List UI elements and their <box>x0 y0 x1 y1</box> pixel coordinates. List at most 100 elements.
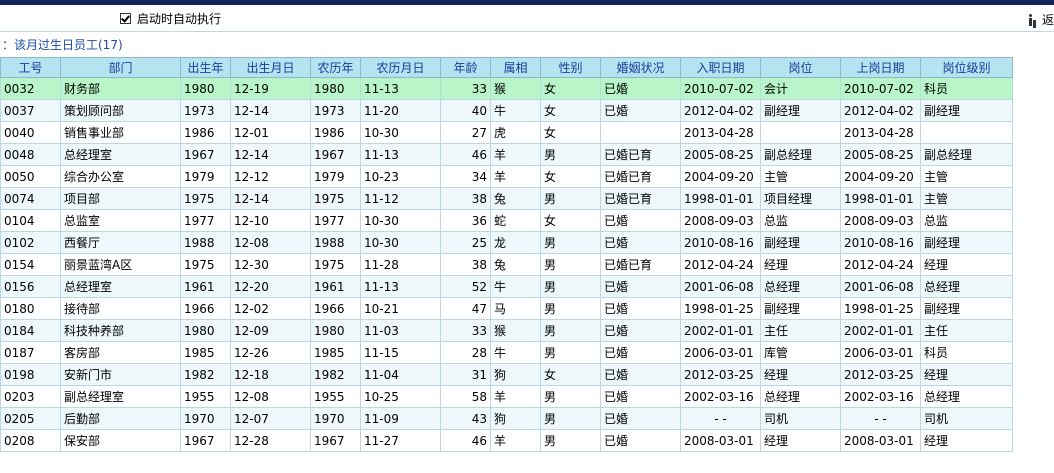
table-cell[interactable]: 1986 <box>310 121 361 144</box>
table-cell[interactable]: 客房部 <box>60 341 181 364</box>
table-cell[interactable]: 10-25 <box>360 385 441 408</box>
table-cell[interactable]: 已婚 <box>600 209 681 232</box>
table-cell[interactable]: 副总经理室 <box>60 385 181 408</box>
table-cell[interactable]: 36 <box>440 209 491 232</box>
table-cell[interactable]: 25 <box>440 231 491 254</box>
table-cell[interactable]: 总经理 <box>920 385 1013 408</box>
table-cell[interactable]: 2006-03-01 <box>680 341 761 364</box>
table-cell[interactable]: 已婚已育 <box>600 165 681 188</box>
table-cell[interactable]: 副经理 <box>920 231 1013 254</box>
table-cell[interactable]: 狗 <box>490 407 541 430</box>
table-cell[interactable]: 1985 <box>180 341 231 364</box>
table-cell[interactable]: 已婚 <box>600 275 681 298</box>
table-cell[interactable]: 1979 <box>180 165 231 188</box>
table-cell[interactable] <box>760 121 841 144</box>
table-cell[interactable]: 女 <box>540 99 601 122</box>
table-cell[interactable]: 后勤部 <box>60 407 181 430</box>
table-row[interactable]: 0187 客房部 1985 12-26 1985 11-15 28 牛男已婚 2006-03-0… <box>0 341 1013 364</box>
table-cell[interactable]: 0187 <box>0 341 61 364</box>
column-header[interactable]: 工号 <box>0 57 61 78</box>
table-cell[interactable]: 11-27 <box>360 429 441 452</box>
table-row[interactable]: 0156 总经理室 1961 12-20 1961 11-13 52 牛男已婚 2001-06-… <box>0 275 1013 298</box>
table-cell[interactable]: 经理 <box>760 429 841 452</box>
table-row[interactable]: 0104 总监室 1977 12-10 1977 10-30 36 蛇女已婚 2008-09-0… <box>0 209 1013 232</box>
table-cell[interactable]: 11-13 <box>360 275 441 298</box>
table-cell[interactable]: 男 <box>540 429 601 452</box>
table-cell[interactable]: 0198 <box>0 363 61 386</box>
table-cell[interactable]: 11-20 <box>360 99 441 122</box>
table-cell[interactable]: 2010-08-16 <box>680 231 761 254</box>
table-cell[interactable]: 47 <box>440 297 491 320</box>
table-cell[interactable]: 主管 <box>920 187 1013 210</box>
table-cell[interactable]: 2010-07-02 <box>680 77 761 100</box>
table-cell[interactable]: 1967 <box>180 143 231 166</box>
table-cell[interactable]: 1977 <box>310 209 361 232</box>
column-header[interactable]: 部门 <box>60 57 181 78</box>
return-button[interactable]: 返 <box>1028 11 1054 28</box>
table-cell[interactable]: 已婚已育 <box>600 187 681 210</box>
table-cell[interactable]: 已婚已育 <box>600 253 681 276</box>
table-row[interactable]: 0032 财务部 1980 12-19 1980 11-13 33 猴女已婚 2010-07-0… <box>0 77 1013 100</box>
table-cell[interactable]: 0032 <box>0 77 61 100</box>
table-cell[interactable]: 12-12 <box>230 165 311 188</box>
table-cell[interactable]: 38 <box>440 187 491 210</box>
table-cell[interactable]: 33 <box>440 319 491 342</box>
table-cell[interactable]: 12-14 <box>230 187 311 210</box>
table-cell[interactable]: 总监 <box>760 209 841 232</box>
table-cell[interactable] <box>920 121 1013 144</box>
table-cell[interactable]: 科员 <box>920 77 1013 100</box>
table-cell[interactable]: 2008-09-03 <box>680 209 761 232</box>
column-header[interactable]: 上岗日期 <box>840 57 921 78</box>
table-cell[interactable]: 27 <box>440 121 491 144</box>
table-cell[interactable]: 副经理 <box>920 297 1013 320</box>
table-cell[interactable]: 狗 <box>490 363 541 386</box>
table-cell[interactable]: 2001-06-08 <box>680 275 761 298</box>
table-cell[interactable]: 1973 <box>310 99 361 122</box>
table-cell[interactable]: 0154 <box>0 253 61 276</box>
table-cell[interactable]: 1955 <box>310 385 361 408</box>
table-cell[interactable]: 女 <box>540 121 601 144</box>
table-cell[interactable]: 1973 <box>180 99 231 122</box>
table-cell[interactable]: - - <box>840 407 921 430</box>
table-cell[interactable]: 男 <box>540 187 601 210</box>
table-cell[interactable]: 2010-08-16 <box>840 231 921 254</box>
table-cell[interactable]: 2008-09-03 <box>840 209 921 232</box>
table-cell[interactable]: 31 <box>440 363 491 386</box>
table-cell[interactable]: 龙 <box>490 231 541 254</box>
table-cell[interactable]: 已婚 <box>600 407 681 430</box>
table-cell[interactable]: 52 <box>440 275 491 298</box>
table-cell[interactable]: 库管 <box>760 341 841 364</box>
table-cell[interactable]: 丽景蓝湾A区 <box>60 253 181 276</box>
table-cell[interactable]: 0184 <box>0 319 61 342</box>
table-cell[interactable]: 1988 <box>180 231 231 254</box>
table-cell[interactable]: 1988 <box>310 231 361 254</box>
table-cell[interactable]: 兔 <box>490 253 541 276</box>
table-cell[interactable]: 11-13 <box>360 77 441 100</box>
table-cell[interactable]: 0048 <box>0 143 61 166</box>
table-cell[interactable]: 2013-04-28 <box>680 121 761 144</box>
column-header[interactable]: 农历月日 <box>360 57 441 78</box>
table-cell[interactable]: 12-09 <box>230 319 311 342</box>
table-cell[interactable]: 2001-06-08 <box>840 275 921 298</box>
table-cell[interactable]: 男 <box>540 385 601 408</box>
table-cell[interactable]: 2004-09-20 <box>680 165 761 188</box>
table-cell[interactable]: 已婚 <box>600 363 681 386</box>
table-cell[interactable]: 主管 <box>760 165 841 188</box>
table-cell[interactable]: 11-03 <box>360 319 441 342</box>
table-cell[interactable]: 1967 <box>180 429 231 452</box>
table-cell[interactable]: 女 <box>540 165 601 188</box>
table-row[interactable]: 0203 副总经理室 1955 12-08 1955 10-25 58 羊男已婚 2002-03… <box>0 385 1013 408</box>
table-cell[interactable]: 1966 <box>310 297 361 320</box>
table-cell[interactable]: 男 <box>540 143 601 166</box>
table-cell[interactable]: 1967 <box>310 429 361 452</box>
table-cell[interactable]: 猴 <box>490 319 541 342</box>
table-cell[interactable]: 猴 <box>490 77 541 100</box>
table-row[interactable]: 0205 后勤部 1970 12-07 1970 11-09 43 狗男已婚 - - 司机 - -司… <box>0 407 1013 430</box>
column-header[interactable]: 入职日期 <box>680 57 761 78</box>
table-cell[interactable]: 0050 <box>0 165 61 188</box>
table-cell[interactable]: 12-14 <box>230 99 311 122</box>
table-cell[interactable]: 58 <box>440 385 491 408</box>
table-cell[interactable]: 销售事业部 <box>60 121 181 144</box>
table-cell[interactable]: 副总经理 <box>920 143 1013 166</box>
table-cell[interactable]: 策划顾问部 <box>60 99 181 122</box>
